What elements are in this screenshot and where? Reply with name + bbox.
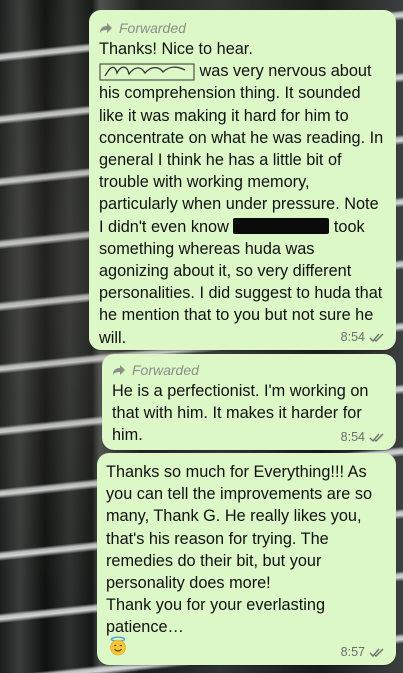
message-meta: 8:54 [341, 430, 386, 444]
message-meta: 8:54 [341, 330, 386, 344]
message-time: 8:54 [340, 430, 365, 444]
message-time: 8:57 [340, 645, 365, 659]
forwarded-indicator: Forwarded [112, 360, 386, 380]
message-time: 8:54 [340, 330, 365, 344]
forward-arrow-icon [100, 23, 112, 33]
redaction-block [233, 217, 330, 234]
message-bubble-3[interactable]: Thanks so much for Everything!!! As you … [97, 453, 396, 665]
message-bubble-1[interactable]: Forwarded Thanks! Nice to hear. was very… [89, 10, 396, 350]
message-text: Thanks! Nice to hear. was very nervous a… [99, 40, 384, 347]
forwarded-indicator: Forwarded [99, 18, 386, 38]
scribble-redaction-icon [99, 63, 195, 81]
double-check-icon [369, 433, 384, 442]
forward-arrow-icon [113, 365, 125, 375]
forwarded-label: Forwarded [132, 362, 199, 378]
message-text: Thanks so much for Everything!!! As you … [106, 463, 373, 637]
message-bubble-2[interactable]: Forwarded He is a perfectionist. I'm wor… [102, 354, 396, 450]
forwarded-label: Forwarded [119, 20, 186, 36]
double-check-icon [369, 333, 384, 342]
double-check-icon [369, 648, 384, 657]
smiling-face-with-halo-icon [110, 636, 126, 656]
message-meta: 8:57 [341, 645, 386, 659]
